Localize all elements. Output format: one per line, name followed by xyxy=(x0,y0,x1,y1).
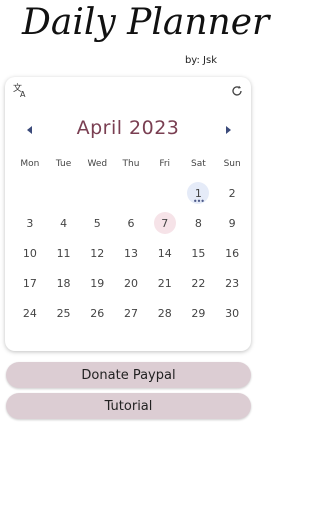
tutorial-button[interactable]: Tutorial xyxy=(6,393,251,419)
day-number: 9 xyxy=(228,216,236,230)
translate-icon[interactable]: 文 A xyxy=(13,82,29,99)
weekday-label: Mon xyxy=(20,159,40,169)
next-month-button[interactable] xyxy=(223,125,233,135)
day-number: 8 xyxy=(194,216,202,230)
calendar-day[interactable]: 21 xyxy=(148,268,182,298)
calendar-card: 文 A April 2023 Mon Tue Wed Thu Fri Sat S… xyxy=(5,77,251,351)
calendar-empty-cell xyxy=(114,178,148,208)
chevron-right-icon xyxy=(226,126,231,134)
app-subtitle: by: Jsk xyxy=(184,55,217,66)
calendar-day[interactable]: 4 xyxy=(47,208,81,238)
calendar-empty-cell xyxy=(148,178,182,208)
day-number: 20 xyxy=(123,276,138,290)
day-number: 19 xyxy=(90,276,105,290)
weekday-label: Fri xyxy=(159,159,171,169)
calendar-day[interactable]: 12 xyxy=(80,238,114,268)
calendar-day[interactable]: 8 xyxy=(182,208,216,238)
month-title: April 2023 xyxy=(76,117,180,139)
calendar-day[interactable]: 29 xyxy=(182,298,216,328)
day-number: 26 xyxy=(90,306,105,320)
day-number: 24 xyxy=(22,306,37,320)
calendar-day[interactable]: 13 xyxy=(114,238,148,268)
calendar-day[interactable]: 15 xyxy=(182,238,216,268)
calendar-day[interactable]: 6 xyxy=(114,208,148,238)
day-number: 11 xyxy=(56,246,71,260)
weekday-label: Sat xyxy=(191,159,206,169)
day-number: 29 xyxy=(191,306,206,320)
day-number: 3 xyxy=(26,216,34,230)
weekday-label: Wed xyxy=(87,159,108,169)
calendar-day[interactable]: 20 xyxy=(114,268,148,298)
day-number: 18 xyxy=(56,276,71,290)
day-number: 27 xyxy=(123,306,138,320)
calendar-day[interactable]: 25 xyxy=(47,298,81,328)
calendar-day-today[interactable]: 7 xyxy=(148,208,182,238)
weekday-header: Mon Tue Wed Thu Fri Sat Sun xyxy=(13,159,249,169)
calendar-day[interactable]: 14 xyxy=(148,238,182,268)
day-number: 4 xyxy=(60,216,68,230)
day-number: 21 xyxy=(157,276,172,290)
calendar-empty-cell xyxy=(47,178,81,208)
calendar-day[interactable]: 23 xyxy=(215,268,249,298)
day-number: 5 xyxy=(93,216,101,230)
day-number: 7 xyxy=(153,212,176,234)
calendar-day[interactable]: 9 xyxy=(215,208,249,238)
day-number: 22 xyxy=(191,276,206,290)
day-number: 17 xyxy=(22,276,37,290)
calendar-day[interactable]: 17 xyxy=(13,268,47,298)
day-number: 15 xyxy=(191,246,206,260)
day-number: 10 xyxy=(22,246,37,260)
calendar-day[interactable]: 2 xyxy=(215,178,249,208)
calendar-empty-cell xyxy=(13,178,47,208)
day-number: 23 xyxy=(225,276,240,290)
svg-text:A: A xyxy=(20,90,26,98)
day-number: 16 xyxy=(225,246,240,260)
refresh-icon[interactable] xyxy=(231,82,243,96)
calendar-day[interactable]: 27 xyxy=(114,298,148,328)
calendar-day[interactable]: 5 xyxy=(80,208,114,238)
calendar-day[interactable]: 28 xyxy=(148,298,182,328)
calendar-day[interactable]: 3 xyxy=(13,208,47,238)
calendar-day[interactable]: 24 xyxy=(13,298,47,328)
day-number: 2 xyxy=(228,186,236,200)
day-number: 25 xyxy=(56,306,71,320)
calendar-day[interactable]: 22 xyxy=(182,268,216,298)
weekday-label: Sun xyxy=(223,159,241,169)
donate-paypal-button[interactable]: Donate Paypal xyxy=(6,362,251,388)
app-title: Daily Planner xyxy=(22,2,270,43)
weekday-label: Tue xyxy=(55,159,72,169)
calendar-day[interactable]: 10 xyxy=(13,238,47,268)
calendar-day[interactable]: 16 xyxy=(215,238,249,268)
day-number: 12 xyxy=(90,246,105,260)
calendar-day-selected[interactable]: 1 ••• xyxy=(182,178,216,208)
day-number: 28 xyxy=(157,306,172,320)
day-number: 30 xyxy=(225,306,240,320)
day-number: 13 xyxy=(123,246,138,260)
event-marker-icon: ••• xyxy=(192,197,205,206)
calendar-day[interactable]: 18 xyxy=(47,268,81,298)
calendar-empty-cell xyxy=(80,178,114,208)
day-number: 14 xyxy=(157,246,172,260)
calendar-day[interactable]: 30 xyxy=(215,298,249,328)
calendar-days-grid: 1 ••• 2 3 4 5 6 7 8 9 10 11 12 13 14 15 16 17 18 19 20 21 22 23… xyxy=(13,178,249,328)
month-navigation: April 2023 xyxy=(5,117,251,147)
day-number: 6 xyxy=(127,216,135,230)
app-screen: Daily Planner by: Jsk 文 A April 2023 Mon… xyxy=(0,0,270,512)
weekday-label: Thu xyxy=(122,159,140,169)
calendar-day[interactable]: 19 xyxy=(80,268,114,298)
calendar-day[interactable]: 26 xyxy=(80,298,114,328)
calendar-day[interactable]: 11 xyxy=(47,238,81,268)
